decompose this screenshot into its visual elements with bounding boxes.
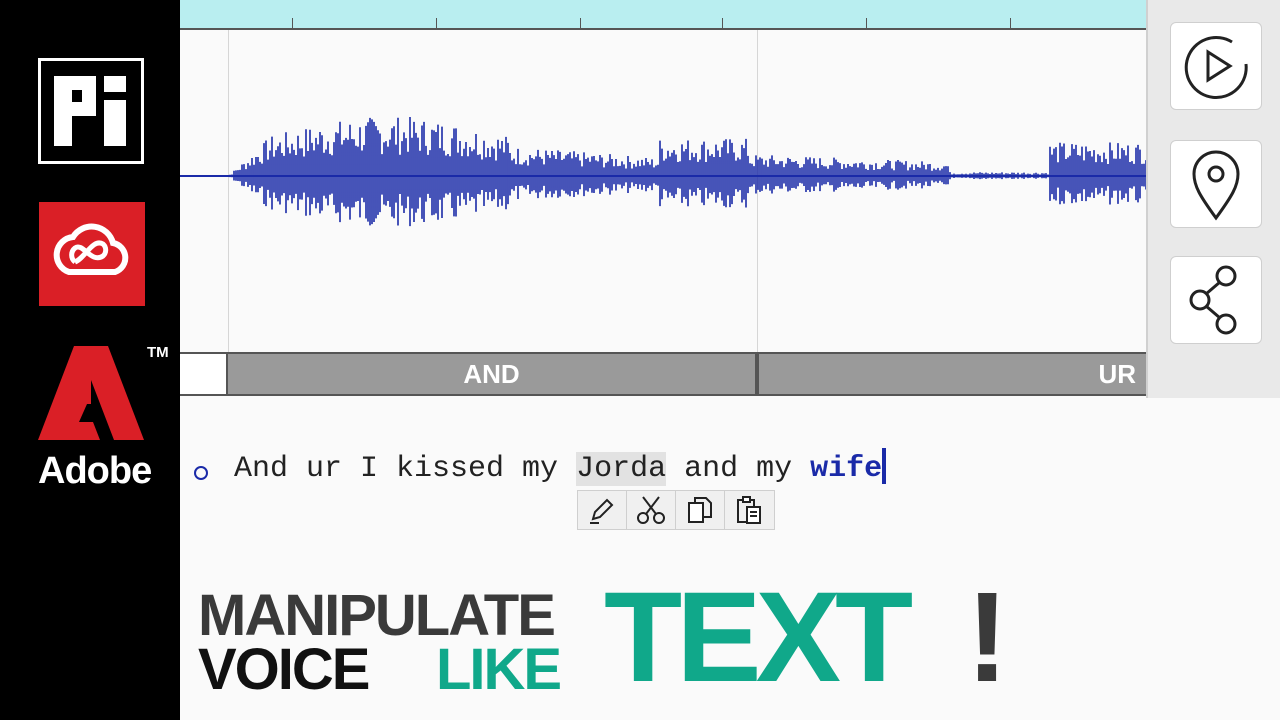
transcript-part: And ur I kissed my [234,452,577,486]
share-button[interactable] [1170,256,1262,344]
ruler-tick [436,18,437,28]
headline-text: TEXT [604,566,913,709]
edit-toolbar [577,490,775,530]
location-pin-icon [1192,150,1240,221]
waveform-area[interactable] [180,30,1146,352]
transcript-part: and my [666,452,811,486]
play-button[interactable] [1170,22,1262,110]
creative-cloud-logo [39,202,145,306]
edit-button[interactable] [578,491,627,529]
logo-sidebar: TM Adobe [0,0,180,720]
paste-button[interactable] [725,491,773,529]
edited-word[interactable]: wife [810,452,882,486]
word-segment[interactable]: AND [228,354,755,394]
ruler-tick [1010,18,1011,28]
word-segment-bar[interactable]: AND UR [180,352,1146,396]
adobe-wordmark: Adobe [38,450,152,492]
ruler-tick [580,18,581,28]
adobe-logo [38,346,144,440]
highlighted-word[interactable]: Jorda [576,452,667,486]
transcript-bullet [194,466,208,480]
location-button[interactable] [1170,140,1262,228]
ruler-tick [722,18,723,28]
ruler-tick [292,18,293,28]
waveform-editor[interactable]: AND UR [180,0,1146,398]
pi-logo [38,58,144,164]
text-caret [882,448,887,484]
paste-icon [737,496,761,524]
share-icon [1189,265,1237,335]
segment-empty [180,354,226,394]
cut-button[interactable] [627,491,676,529]
timeline-ruler[interactable] [180,0,1146,30]
trademark-symbol: TM [147,344,169,361]
waveform-trace [229,117,1146,227]
pencil-icon [590,498,614,524]
play-icon [1184,36,1248,99]
copy-icon [688,497,712,523]
audio-waveform [180,117,1146,227]
copy-button[interactable] [676,491,725,529]
scissors-icon [637,496,665,524]
headline-exclamation: ! [966,566,1009,709]
headline-like: LIKE [436,637,562,702]
tool-panel [1146,0,1280,398]
transcript-text[interactable]: And ur I kissed my Jorda and my wife [234,448,887,486]
headline-voice: VOICE [198,637,370,702]
ruler-tick [866,18,867,28]
word-segment[interactable]: UR [759,354,1146,394]
